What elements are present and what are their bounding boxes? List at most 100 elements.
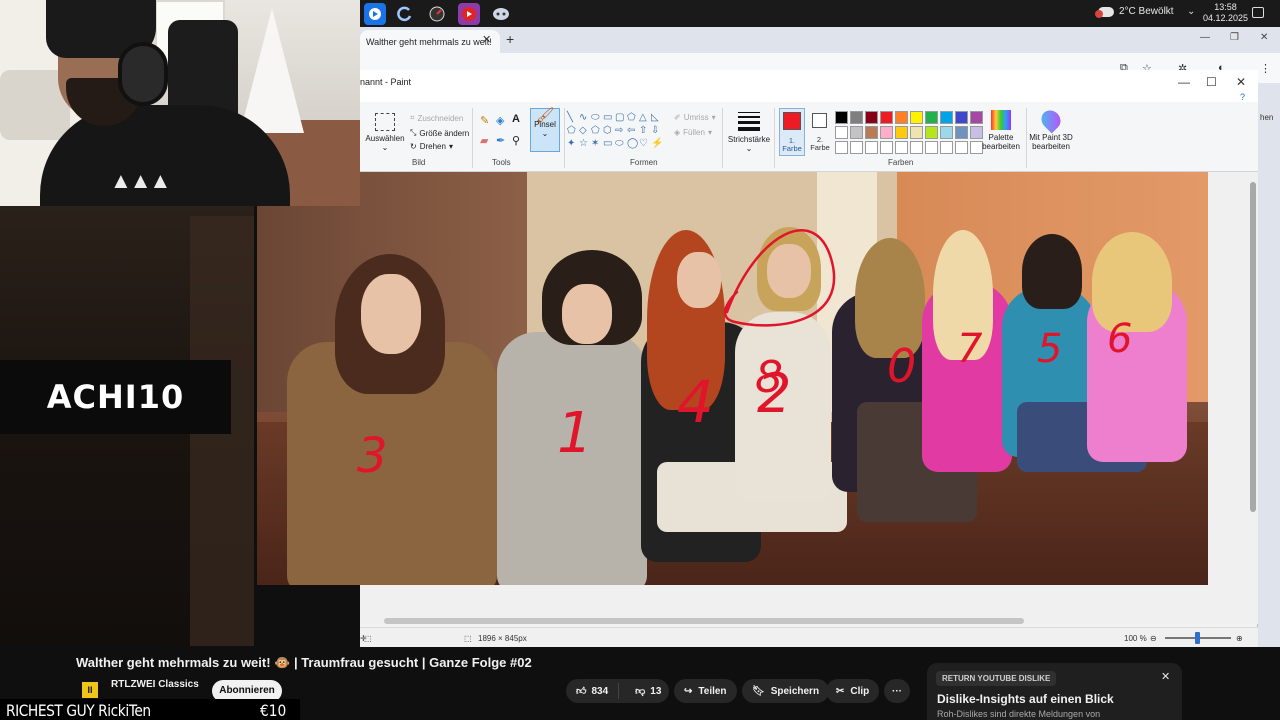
clock[interactable]: 13:58 04.12.2025 (1203, 2, 1248, 24)
palette-swatch[interactable] (955, 111, 968, 124)
palette-swatch[interactable] (835, 126, 848, 139)
more-actions-button[interactable]: ··· (884, 679, 910, 703)
adidas-logo: ▲▲▲ (110, 168, 171, 193)
minimize-icon[interactable]: — (1200, 32, 1210, 43)
annotation-number: 3 (357, 428, 388, 484)
palette-swatch[interactable] (940, 141, 953, 154)
channel-logo: ACHI10 (0, 360, 231, 434)
rotate-button[interactable]: ↻ Drehen ▾ (410, 142, 453, 151)
resize-button[interactable]: ⤡ Größe ändern (410, 128, 469, 138)
discord-icon[interactable] (490, 3, 512, 25)
refresh-c-icon[interactable] (394, 3, 416, 25)
donation-ticker: RICHEST GUY RickiTen €10 (0, 699, 300, 720)
palette-swatch[interactable] (955, 126, 968, 139)
fill-bucket-icon[interactable]: ◈ (496, 114, 504, 127)
group-label-tools: Tools (492, 158, 511, 167)
fill-button[interactable]: ◈ Füllen ▾ (674, 128, 712, 137)
channel-avatar[interactable]: II (82, 682, 98, 698)
close-icon[interactable]: ✕ (1260, 32, 1268, 43)
select-icon (375, 113, 395, 131)
save-button[interactable]: 🔖︎ Speichern (742, 679, 830, 703)
palette-swatch[interactable] (895, 126, 908, 139)
color-picker-icon[interactable]: ✒ (496, 134, 505, 147)
palette-swatch[interactable] (940, 111, 953, 124)
vertical-scrollbar[interactable] (1248, 172, 1258, 624)
palette-swatch[interactable] (925, 141, 938, 154)
brush-icon: 🖌 (535, 107, 555, 124)
palette-swatch[interactable] (850, 141, 863, 154)
like-button[interactable]: 👍︎ 834 (566, 683, 620, 699)
ribbon-help-icon[interactable]: ? (1240, 92, 1245, 102)
paint-maximize-icon[interactable]: ☐ (1206, 75, 1217, 89)
palette-swatch[interactable] (865, 126, 878, 139)
zoom-in-icon[interactable]: ⊕ (1236, 634, 1243, 643)
return-youtube-dislike-card: RETURN YOUTUBE DISLIKE ✕ Dislike-Insight… (927, 663, 1182, 720)
palette-swatch[interactable] (865, 111, 878, 124)
tab-bar: Walther geht mehrmals zu weit! ✕ + — ❐ ✕ (360, 27, 1280, 53)
palette-swatch[interactable] (880, 111, 893, 124)
palette-swatch[interactable] (910, 111, 923, 124)
shapes-gallery[interactable]: ╲ ∿ ⬭ ▭ ▢ ⬠ △ ◺ ⬠ ◇ ⬠ ⬡ ⇨ ⇦ ⇧ ⇩ ✦ ☆ ✶ ▭ ⬭ ◯ ♡ ⚡ (567, 112, 667, 150)
color-palette[interactable] (835, 111, 983, 154)
pencil-icon[interactable]: ✎ (480, 114, 489, 127)
zoom-out-icon[interactable]: ⊖ (1150, 634, 1157, 643)
crop-button[interactable]: ⌗ Zuschneiden (410, 113, 463, 123)
chevron-up-icon[interactable]: ⌄ (1187, 6, 1195, 17)
palette-swatch[interactable] (925, 111, 938, 124)
palette-swatch[interactable] (955, 141, 968, 154)
channel-name[interactable]: RTLZWEI Classics (111, 679, 199, 690)
paint-minimize-icon[interactable]: — (1178, 75, 1190, 89)
new-tab-button[interactable]: + (506, 31, 514, 47)
annotation-number: 4 (677, 368, 714, 436)
annotation-number: 0 (887, 339, 916, 393)
tab-youtube-video[interactable]: Walther geht mehrmals zu weit! (360, 30, 500, 53)
outline-icon: ✐ (674, 113, 681, 122)
eraser-icon[interactable]: ▰ (480, 134, 488, 147)
group-label-bild: Bild (412, 158, 426, 167)
magnifier-icon[interactable]: ⚲ (512, 134, 520, 147)
palette-swatch[interactable] (910, 126, 923, 139)
annotation-number: 8 (755, 352, 783, 403)
restore-icon[interactable]: ❐ (1230, 32, 1239, 43)
palette-swatch[interactable] (910, 141, 923, 154)
windows-taskbar: 2°C Bewölkt ⌄ 13:58 04.12.2025 (360, 0, 1280, 27)
close-icon[interactable]: ✕ (1161, 670, 1170, 683)
share-button[interactable]: ↪ Teilen (674, 679, 737, 703)
dislike-button[interactable]: 👎︎ 13 (625, 685, 671, 698)
color1-button[interactable]: 1. Farbe (779, 108, 805, 156)
palette-swatch[interactable] (880, 141, 893, 154)
horizontal-scrollbar[interactable] (360, 616, 1248, 624)
palette-swatch[interactable] (865, 141, 878, 154)
palette-swatch[interactable] (895, 111, 908, 124)
youtube-icon[interactable] (458, 3, 480, 25)
palette-swatch[interactable] (940, 126, 953, 139)
image-size-icon: ⬚ (464, 634, 472, 643)
outline-button[interactable]: ✐ Umriss ▾ (674, 113, 716, 122)
annotation-number: 5 (1037, 326, 1062, 372)
palette-swatch[interactable] (895, 141, 908, 154)
paint-ribbon: Auswählen ⌄ ⌗ Zuschneiden ⤡ Größe ändern ↻ D… (360, 102, 1258, 172)
clip-button[interactable]: ✂ Clip (826, 679, 880, 703)
menu-dots-icon[interactable]: ⋮ (1260, 62, 1271, 75)
weather-widget[interactable]: 2°C Bewölkt (1095, 6, 1174, 18)
paint-close-icon[interactable]: ✕ (1236, 75, 1246, 89)
palette-swatch[interactable] (850, 111, 863, 124)
palette-swatch[interactable] (835, 111, 848, 124)
zoom-slider[interactable] (1165, 632, 1231, 644)
text-tool-icon[interactable]: A (512, 113, 520, 125)
notification-icon[interactable] (1252, 7, 1264, 18)
select-button[interactable]: Auswählen ⌄ (364, 110, 406, 152)
speedometer-icon[interactable] (426, 3, 448, 25)
paint3d-button[interactable]: Mit Paint 3D bearbeiten (1028, 106, 1074, 151)
edit-palette-button[interactable]: Palette bearbeiten (980, 110, 1022, 151)
close-tab-icon[interactable]: ✕ (482, 33, 491, 46)
stroke-width-button[interactable]: Strichstärke ⌄ (726, 110, 772, 153)
palette-swatch[interactable] (925, 126, 938, 139)
color2-button[interactable]: 2. Farbe (809, 108, 831, 156)
palette-swatch[interactable] (880, 126, 893, 139)
app-blue-icon[interactable] (364, 3, 386, 25)
palette-swatch[interactable] (835, 141, 848, 154)
brush-button[interactable]: 🖌 Pinsel ⌄ (530, 108, 560, 152)
red-annotations: 3 1 4 28 0 7 5 6 (357, 229, 1132, 484)
palette-swatch[interactable] (850, 126, 863, 139)
